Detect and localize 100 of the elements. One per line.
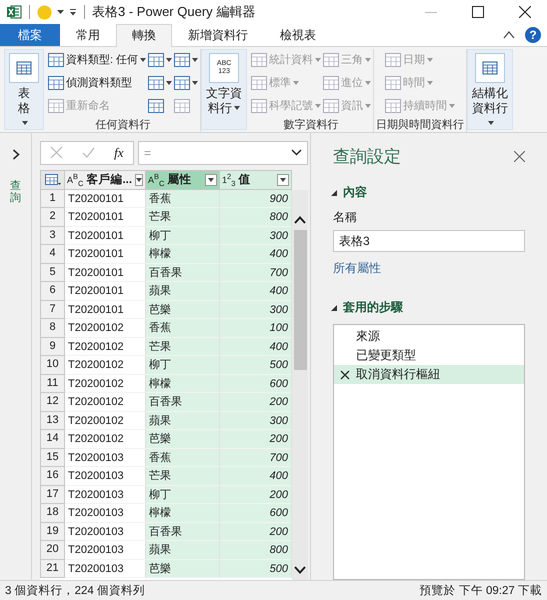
table-cell: 檸檬 bbox=[146, 504, 220, 523]
queries-pane-label[interactable]: 查詢 bbox=[10, 180, 21, 204]
table-cell: 蘋果 bbox=[146, 541, 220, 560]
ribbon-button[interactable]: 資料類型: 任何 bbox=[48, 48, 146, 71]
table-cell: 300 bbox=[220, 412, 292, 430]
step-item[interactable]: 取消資料行樞紐 bbox=[334, 365, 524, 384]
table-cell: 芒果 bbox=[146, 208, 220, 227]
close-icon[interactable] bbox=[519, 6, 531, 18]
all-properties-link[interactable]: 所有屬性 bbox=[333, 260, 381, 278]
grid-icon bbox=[48, 98, 64, 113]
name-field[interactable]: 表格3 bbox=[333, 230, 525, 252]
section-title[interactable]: 內容 bbox=[343, 184, 367, 202]
ribbon-tab[interactable]: 檢視表 bbox=[264, 24, 332, 46]
table-cell: 芒果 bbox=[146, 338, 220, 356]
column-header[interactable]: A$^{B}$$_{C}$ 屬性 bbox=[146, 170, 220, 190]
scroll-up-icon[interactable] bbox=[294, 216, 306, 224]
function-button[interactable]: fx bbox=[114, 144, 124, 161]
row-number: 20 bbox=[40, 541, 65, 560]
caret-icon bbox=[280, 178, 286, 182]
row-number: 11 bbox=[40, 374, 65, 394]
caret-icon bbox=[22, 121, 28, 126]
table-cell: 500 bbox=[220, 560, 292, 578]
column-name: 屬性 bbox=[167, 172, 192, 188]
caret-icon bbox=[365, 80, 372, 85]
collapse-ribbon-icon[interactable] bbox=[503, 30, 515, 39]
table-cell: 400 bbox=[220, 282, 292, 301]
ribbon-tab[interactable]: 轉換 bbox=[116, 24, 172, 47]
row-number: 10 bbox=[40, 356, 65, 375]
expand-triangle-icon[interactable] bbox=[331, 190, 337, 196]
table-cell: 芭樂 bbox=[146, 300, 220, 320]
grid-icon bbox=[48, 76, 64, 90]
table-menu-button[interactable] bbox=[40, 170, 65, 190]
table-cell: 芭樂 bbox=[146, 430, 220, 449]
grid-icon bbox=[148, 98, 164, 113]
scroll-thumb[interactable] bbox=[294, 230, 306, 370]
table-icon bbox=[9, 52, 39, 83]
caret-icon bbox=[315, 104, 322, 108]
table-cell: 700 bbox=[220, 448, 292, 468]
scrollbar[interactable] bbox=[292, 190, 308, 580]
table-cell: 200 bbox=[220, 430, 292, 449]
filter-button[interactable] bbox=[277, 174, 289, 186]
grid-icon bbox=[48, 52, 64, 67]
column-header[interactable]: 1$^{2}$$_{3}$ 值 bbox=[220, 170, 292, 190]
customize-menu-icon[interactable] bbox=[69, 8, 77, 16]
caret-icon bbox=[136, 178, 142, 182]
column-name: 值 bbox=[238, 172, 252, 188]
row-number: 6 bbox=[40, 282, 65, 301]
table-cell: 800 bbox=[220, 541, 292, 560]
grid-icon bbox=[148, 52, 164, 67]
table-cell: 400 bbox=[220, 245, 292, 264]
step-item[interactable]: 來源 bbox=[334, 327, 524, 346]
grid-icon bbox=[323, 98, 340, 113]
row-number: 15 bbox=[40, 448, 65, 468]
table-cell: 香蕉 bbox=[146, 448, 220, 468]
ribbon-button[interactable]: 偵測資料類型 bbox=[48, 72, 146, 94]
caret-icon bbox=[365, 58, 372, 62]
filter-button[interactable] bbox=[205, 174, 217, 186]
maximize-icon[interactable] bbox=[472, 6, 484, 18]
grid-icon bbox=[385, 52, 402, 67]
caret-icon[interactable] bbox=[57, 10, 64, 15]
caret-icon bbox=[208, 178, 214, 182]
caret-icon bbox=[140, 58, 146, 62]
grid-icon bbox=[174, 76, 190, 90]
grid-icon bbox=[251, 98, 268, 113]
grid-icon bbox=[385, 98, 402, 113]
table-cell: 柳丁 bbox=[146, 486, 220, 504]
group-label: 數字資料行 bbox=[284, 118, 339, 133]
row-number: 4 bbox=[40, 245, 65, 264]
row-number: 7 bbox=[40, 300, 65, 320]
group-label: 任何資料行 bbox=[96, 118, 151, 133]
check-icon[interactable] bbox=[82, 147, 96, 158]
row-number: 1 bbox=[40, 190, 65, 208]
filter-button[interactable] bbox=[135, 174, 144, 186]
delete-icon[interactable] bbox=[340, 370, 350, 380]
help-button[interactable]: ? bbox=[525, 26, 541, 43]
row-number: 2 bbox=[40, 208, 65, 227]
scroll-down-icon[interactable] bbox=[294, 566, 306, 574]
table-icon bbox=[44, 174, 60, 186]
ribbon-tab[interactable]: 新增資料行 bbox=[172, 24, 264, 46]
grid-icon bbox=[251, 76, 268, 90]
grid-icon bbox=[323, 76, 340, 90]
step-item[interactable]: 已變更類型 bbox=[334, 346, 524, 366]
group-label: 日期與時間資料行 bbox=[376, 118, 464, 133]
table-cell: 200 bbox=[220, 522, 292, 542]
ribbon-tab[interactable]: 檔案 bbox=[0, 24, 60, 46]
table-cell: 柳丁 bbox=[146, 356, 220, 375]
row-number: 16 bbox=[40, 467, 65, 486]
column-header[interactable]: A$^{B}$$_{C}$ 客戶編... bbox=[65, 170, 146, 190]
section-title[interactable]: 套用的步驟 bbox=[343, 299, 403, 316]
expand-icon[interactable] bbox=[12, 148, 20, 160]
grid-icon bbox=[148, 76, 164, 90]
caret-icon bbox=[365, 104, 372, 108]
caret-icon bbox=[449, 104, 456, 108]
expand-triangle-icon[interactable] bbox=[331, 304, 337, 311]
table-cell: 800 bbox=[220, 208, 292, 227]
row-number: 3 bbox=[40, 226, 65, 246]
ribbon-tab[interactable]: 常用 bbox=[60, 24, 116, 46]
table-cell: 蘋果 bbox=[146, 412, 220, 430]
table-cell: 400 bbox=[220, 338, 292, 356]
chevron-down-icon[interactable] bbox=[291, 149, 302, 156]
